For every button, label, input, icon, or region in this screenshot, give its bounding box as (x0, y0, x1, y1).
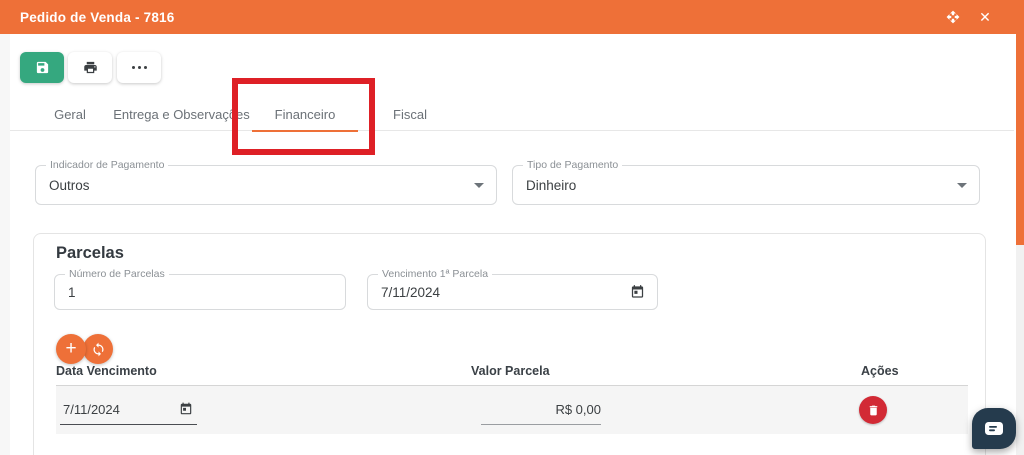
chevron-down-icon (957, 183, 967, 188)
numero-de-parcelas-input[interactable]: Número de Parcelas 1 (54, 268, 346, 310)
modal-header: Pedido de Venda - 7816 ✕ (0, 0, 1024, 34)
move-resize-button[interactable] (944, 8, 962, 26)
tab-entrega-e-observacoes[interactable]: Entrega e Observações (111, 100, 252, 131)
print-button[interactable] (68, 52, 112, 83)
chat-widget-button[interactable] (972, 408, 1016, 449)
indicador-de-pagamento-value: Outros (49, 177, 90, 193)
trash-icon (867, 404, 880, 417)
calendar-icon[interactable] (179, 402, 193, 416)
vencimento-primeira-parcela-value: 7/11/2024 (381, 284, 441, 300)
recalculate-parcelas-button[interactable] (83, 334, 113, 364)
tipo-de-pagamento-value: Dinheiro (526, 177, 577, 193)
save-button[interactable] (20, 52, 64, 83)
parcelas-card: Parcelas Número de Parcelas 1 Vencimento… (33, 233, 986, 455)
ellipsis-icon (131, 66, 135, 69)
tabs-bar: Geral Entrega e Observações Financeiro F… (10, 100, 1014, 132)
move-arrows-icon (946, 10, 960, 24)
tipo-de-pagamento-select[interactable]: Tipo de Pagamento Dinheiro (512, 159, 980, 205)
row-data-vencimento-value: 7/11/2024 (63, 401, 120, 417)
column-header-acoes: Ações (861, 364, 899, 378)
row-valor-parcela-input[interactable]: R$ 0,00 (481, 394, 601, 425)
scrollbar-thumb[interactable] (1016, 34, 1024, 245)
add-parcela-button[interactable]: + (56, 334, 86, 364)
numero-de-parcelas-label: Número de Parcelas (65, 268, 169, 280)
tab-financeiro[interactable]: Financeiro (252, 100, 358, 132)
chat-message-icon (984, 421, 1004, 437)
plus-icon: + (65, 338, 77, 359)
printer-icon (83, 60, 98, 75)
tab-fiscal[interactable]: Fiscal (358, 100, 462, 131)
numero-de-parcelas-value: 1 (68, 284, 76, 300)
more-options-button[interactable] (117, 52, 161, 83)
indicador-de-pagamento-select[interactable]: Indicador de Pagamento Outros (35, 159, 497, 205)
pedido-de-venda-modal: Pedido de Venda - 7816 ✕ Geral Entrega e… (0, 0, 1024, 455)
scrollbar-track[interactable] (1016, 34, 1024, 455)
delete-parcela-button[interactable] (859, 396, 887, 424)
column-header-valor-parcela: Valor Parcela (471, 364, 550, 378)
table-row: 7/11/2024 R$ 0,00 (56, 386, 968, 434)
close-button[interactable]: ✕ (976, 8, 994, 26)
modal-title: Pedido de Venda - 7816 (20, 9, 175, 25)
row-valor-parcela-value: R$ 0,00 (555, 401, 601, 417)
sync-icon (91, 342, 106, 357)
vencimento-primeira-parcela-input[interactable]: Vencimento 1ª Parcela 7/11/2024 (367, 268, 658, 310)
calendar-icon[interactable] (630, 285, 645, 300)
save-icon (35, 60, 50, 75)
close-icon: ✕ (979, 9, 991, 25)
tab-geral[interactable]: Geral (29, 100, 111, 131)
parcelas-title: Parcelas (56, 244, 124, 262)
column-header-data-vencimento: Data Vencimento (56, 364, 157, 378)
row-data-vencimento-input[interactable]: 7/11/2024 (60, 394, 197, 425)
chevron-down-icon (474, 183, 484, 188)
page-background-strip (0, 34, 10, 455)
